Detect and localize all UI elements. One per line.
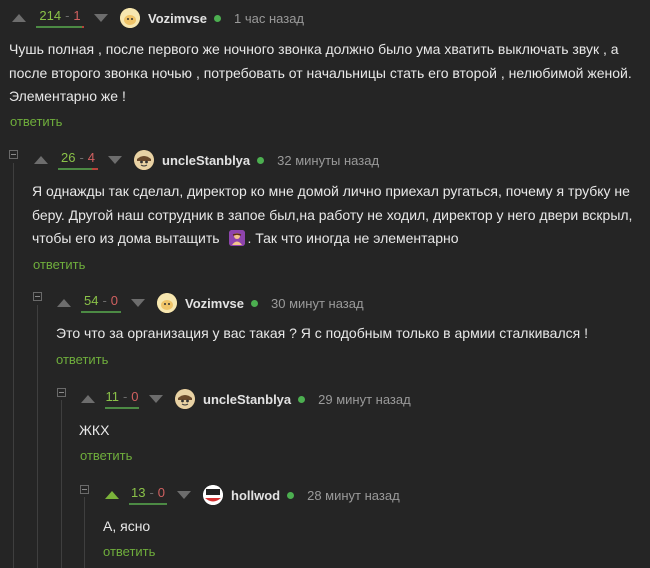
comment-text-line: чтобы его из дома вытащить . Так что ино… — [32, 227, 644, 251]
comment-text-line: ЖКХ — [79, 422, 110, 438]
comment-thread: 214 - 1 Vozimvse 1 час назад Чушь полная… — [0, 0, 650, 568]
comment-header: 13 - 0 hollwod 28 минут назад — [105, 485, 400, 505]
collapse-icon[interactable] — [9, 150, 18, 159]
rating-counter: 13 - 0 — [129, 485, 167, 505]
thread-line — [13, 163, 14, 568]
comment-text-line: Чушь полная , после первого же ночного з… — [9, 41, 619, 57]
username[interactable]: uncleStanblya — [162, 153, 250, 168]
rating-separator: - — [122, 389, 128, 404]
reply-link[interactable]: ответить — [80, 448, 132, 463]
comment-text: ЖКХ — [79, 419, 639, 443]
rating-separator: - — [79, 150, 84, 165]
downvote-icon[interactable] — [131, 299, 145, 307]
upvote-icon[interactable] — [57, 299, 71, 307]
reply-link[interactable]: ответить — [10, 114, 62, 129]
comment-text-line: беру. Другой наш сотрудник в запое был,н… — [32, 206, 633, 223]
avatar-image — [203, 485, 223, 505]
comment-text-line: А, ясно — [103, 518, 151, 534]
rating-negative-bar — [82, 26, 84, 28]
downvote-icon[interactable] — [149, 395, 163, 403]
avatar[interactable] — [175, 389, 195, 409]
rating-counter: 214 - 1 — [36, 8, 84, 28]
reply-link[interactable]: ответить — [56, 352, 108, 367]
comment-text: А, ясно — [103, 515, 643, 539]
thread-line — [37, 305, 38, 568]
comment-text-fragment: чтобы его из дома вытащить — [32, 230, 220, 246]
upvote-icon[interactable] — [105, 491, 119, 499]
comment-time[interactable]: 28 минут назад — [307, 488, 400, 503]
rating-plus: 26 — [60, 150, 76, 165]
comment-text: Чушь полная , после первого же ночного з… — [9, 38, 641, 109]
avatar[interactable] — [203, 485, 223, 505]
rating-minus: 4 — [87, 150, 96, 165]
upvote-icon[interactable] — [12, 14, 26, 22]
reply-link[interactable]: ответить — [33, 257, 85, 272]
facepalm-emoji-icon — [229, 230, 246, 246]
rating-plus: 214 — [39, 8, 62, 23]
rating-minus: 0 — [131, 389, 139, 404]
username[interactable]: hollwod — [231, 488, 280, 503]
thread-line — [84, 497, 85, 568]
online-indicator — [251, 299, 259, 307]
rating-separator: - — [102, 293, 107, 308]
rating-minus: 0 — [157, 485, 166, 500]
rating-plus: 54 — [83, 293, 99, 308]
thread-line — [61, 400, 62, 568]
comment-time[interactable]: 32 минуты назад — [277, 153, 379, 168]
comment-time[interactable]: 1 час назад — [234, 11, 304, 26]
online-indicator — [214, 14, 222, 22]
rating-plus: 11 — [105, 389, 119, 404]
comment-header: 11 - 0 uncleStanblya 29 минут назад — [81, 389, 411, 409]
comment-time[interactable]: 29 минут назад — [318, 392, 411, 407]
avatar[interactable] — [134, 150, 154, 170]
upvote-icon[interactable] — [81, 395, 95, 403]
rating-plus: 13 — [130, 485, 146, 500]
comment-text: Это что за организация у вас такая ? Я с… — [56, 322, 646, 346]
comment-text-line: Я однажды так сделал, директор ко мне до… — [32, 183, 630, 199]
comment-header: 26 - 4 uncleStanblya 32 минуты назад — [34, 150, 379, 170]
comment-text-fragment: . Так что иногда не элементарно — [247, 230, 459, 246]
avatar-image — [175, 389, 195, 409]
collapse-icon[interactable] — [80, 485, 89, 494]
comment-text-line: Это что за организация у вас такая ? Я с… — [56, 325, 588, 341]
comment-text-line: Элементарно же ! — [9, 88, 126, 104]
avatar[interactable] — [120, 8, 140, 28]
online-indicator — [287, 491, 295, 499]
username[interactable]: Vozimvse — [185, 296, 244, 311]
comment-text: Я однажды так сделал, директор ко мне до… — [32, 180, 644, 251]
downvote-icon[interactable] — [177, 491, 191, 499]
collapse-icon[interactable] — [33, 292, 42, 301]
reply-link[interactable]: ответить — [103, 544, 155, 559]
avatar-image — [157, 293, 177, 313]
comment-header: 54 - 0 Vozimvse 30 минут назад — [57, 293, 364, 313]
rating-minus: 0 — [110, 293, 119, 308]
upvote-icon[interactable] — [34, 156, 48, 164]
comment-header: 214 - 1 Vozimvse 1 час назад — [12, 8, 304, 28]
comment-text-line: после второго звонка ночью , потребовать… — [9, 64, 632, 81]
downvote-icon[interactable] — [108, 156, 122, 164]
avatar-image — [134, 150, 154, 170]
rating-negative-bar — [92, 168, 98, 170]
username[interactable]: uncleStanblya — [203, 392, 291, 407]
rating-separator: - — [65, 8, 70, 23]
username[interactable]: Vozimvse — [148, 11, 207, 26]
online-indicator — [298, 395, 306, 403]
comment-time[interactable]: 30 минут назад — [271, 296, 364, 311]
downvote-icon[interactable] — [94, 14, 108, 22]
avatar[interactable] — [157, 293, 177, 313]
avatar-image — [120, 8, 140, 28]
rating-minus: 1 — [73, 8, 81, 23]
rating-separator: - — [149, 485, 154, 500]
collapse-icon[interactable] — [57, 388, 66, 397]
online-indicator — [257, 156, 265, 164]
rating-counter: 11 - 0 — [105, 389, 139, 409]
rating-counter: 26 - 4 — [58, 150, 98, 170]
rating-counter: 54 - 0 — [81, 293, 121, 313]
